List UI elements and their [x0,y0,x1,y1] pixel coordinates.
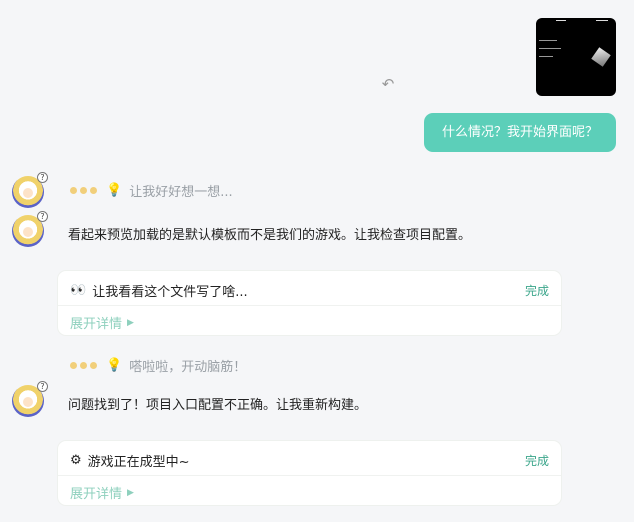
lightbulb-icon: 💡 [106,357,123,373]
thinking-indicator: 💡 嗒啦啦，开动脑筋！ [70,355,246,375]
tool-card-title: 游戏正在成型中~ [87,454,190,470]
preview-screenshot-thumbnail[interactable] [536,18,616,96]
tool-card-header: ⚙ 游戏正在成型中~ 完成 [70,450,549,470]
thumbnail-cube [591,47,611,67]
avatar-face [23,188,33,198]
thumbnail-detail [539,40,557,41]
user-message-bubble: 什么情况？我开始界面呢？ [424,113,616,152]
tool-card: ⚙ 游戏正在成型中~ 完成 展开详情 ▶ [57,440,562,506]
thumbnail-detail [539,56,553,57]
triangle-right-icon: ▶ [127,487,134,498]
assistant-message: 问题找到了！项目入口配置不正确。让我重新构建。 [68,398,368,413]
divider [58,305,561,306]
triangle-right-icon: ▶ [127,317,134,328]
tool-card-title: 让我看看这个文件写了啥... [92,284,248,300]
tool-card: 👀 让我看看这个文件写了啥... 完成 展开详情 ▶ [57,270,562,336]
thinking-bulb-icon: ? [37,381,48,392]
tool-card-header: 👀 让我看看这个文件写了啥... 完成 [70,280,549,300]
expand-label: 展开详情 [70,487,123,502]
gear-icon: ⚙ [70,452,82,468]
thumbnail-detail [556,20,566,21]
expand-details-button[interactable]: 展开详情 ▶ [70,483,134,502]
expand-label: 展开详情 [70,317,123,332]
avatar-face [23,227,33,237]
avatar-face [23,397,33,407]
assistant-avatar: ? [12,211,48,247]
thinking-dots [70,186,97,194]
thumbnail-detail [539,48,561,49]
status-badge: 完成 [524,283,549,298]
status-badge: 完成 [524,453,549,468]
assistant-message: 看起来预览加载的是默认模板而不是我们的游戏。让我检查项目配置。 [68,228,472,243]
thumbnail-detail [596,20,608,21]
thinking-text: 让我好好想一想... [129,184,233,200]
assistant-avatar: ? [12,381,48,417]
lightbulb-icon: 💡 [106,182,123,198]
thinking-text: 嗒啦啦，开动脑筋！ [129,359,247,375]
thinking-bulb-icon: ? [37,172,48,183]
assistant-avatar: ? [12,172,48,208]
undo-icon[interactable]: ↶ [380,76,396,92]
eyes-icon: 👀 [70,282,87,298]
thinking-dots [70,361,97,369]
thinking-indicator: 💡 让我好好想一想... [70,180,233,200]
divider [58,475,561,476]
expand-details-button[interactable]: 展开详情 ▶ [70,313,134,332]
thinking-bulb-icon: ? [37,211,48,222]
